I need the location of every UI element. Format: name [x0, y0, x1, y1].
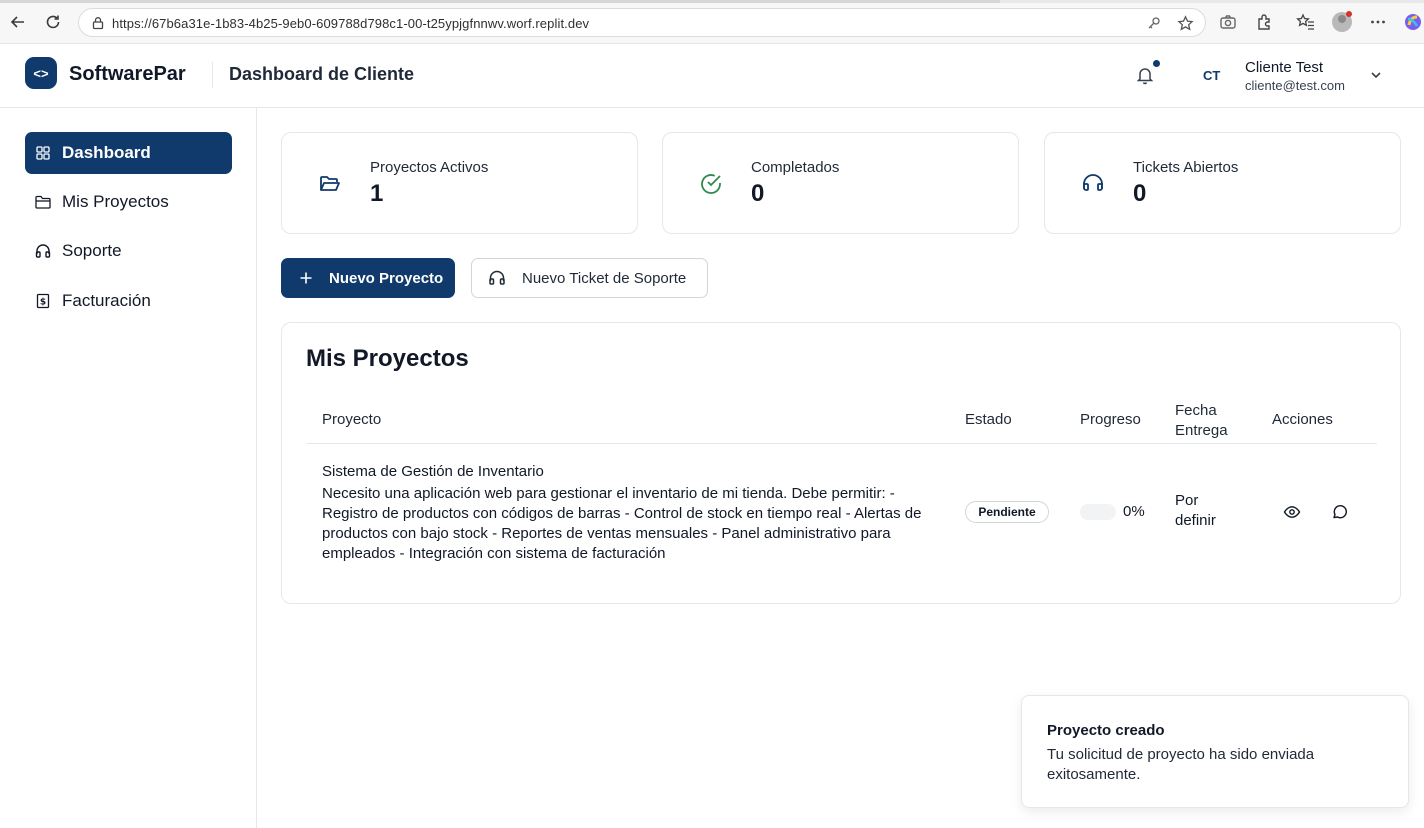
reload-icon[interactable] [43, 12, 63, 32]
headphones-icon [1081, 172, 1105, 196]
sidebar-item-support[interactable]: Soporte [25, 230, 232, 272]
stat-label: Tickets Abiertos [1133, 159, 1239, 176]
svg-text:$: $ [40, 298, 46, 308]
sidebar-item-billing[interactable]: $ Facturación [25, 280, 232, 322]
grid-icon [35, 145, 51, 161]
stat-card-completed: Completados 0 [662, 132, 1019, 234]
key-icon[interactable] [1145, 14, 1163, 32]
headphones-icon [35, 243, 51, 259]
new-ticket-button[interactable]: Nuevo Ticket de Soporte [471, 258, 708, 298]
column-header-actions: Acciones [1272, 411, 1333, 428]
extensions-icon[interactable] [1254, 12, 1274, 32]
stat-value: 0 [1133, 180, 1147, 207]
new-project-button[interactable]: Nuevo Proyecto [281, 258, 455, 298]
stat-label: Completados [751, 159, 840, 176]
project-name: Sistema de Gestión de Inventario [322, 463, 544, 480]
brand-name[interactable]: SoftwarePar [69, 63, 186, 86]
column-header-due-date: Fecha Entrega [1175, 402, 1228, 439]
projects-card: Mis Proyectos Proyecto Estado Progreso F… [281, 322, 1401, 604]
status-badge: Pendiente [965, 501, 1049, 523]
code-icon: <> [33, 65, 49, 81]
new-ticket-label: Nuevo Ticket de Soporte [522, 269, 687, 287]
site-info-icon[interactable] [89, 14, 107, 32]
column-header-project: Proyecto [322, 411, 382, 428]
sidebar-item-label: Soporte [62, 241, 122, 260]
check-circle-icon [699, 172, 723, 196]
folder-icon [35, 194, 51, 210]
sidebar-item-dashboard[interactable]: Dashboard [25, 132, 232, 174]
folder-open-icon [318, 172, 342, 196]
project-description: Necesito una aplicación web para gestion… [322, 485, 922, 562]
more-menu-icon[interactable] [1368, 12, 1388, 32]
url-text: https://67b6a31e-1b83-4b25-9eb0-609788d7… [112, 16, 590, 31]
camera-icon[interactable] [1218, 12, 1238, 32]
copilot-icon[interactable] [1403, 12, 1423, 32]
toast-title: Proyecto creado [1047, 722, 1165, 739]
sidebar-item-label: Facturación [62, 291, 151, 310]
chevron-down-icon[interactable] [1369, 68, 1383, 82]
back-icon[interactable] [8, 12, 28, 32]
sidebar-item-label: Mis Proyectos [62, 192, 169, 211]
plus-icon [299, 271, 313, 285]
eye-icon[interactable] [1283, 503, 1301, 521]
tab-strip [0, 0, 1424, 3]
page-title: Dashboard de Cliente [229, 64, 415, 84]
sidebar-item-label: Dashboard [62, 143, 151, 162]
stat-card-active-projects: Proyectos Activos 1 [281, 132, 638, 234]
projects-title: Mis Proyectos [306, 345, 469, 372]
bell-icon[interactable] [1136, 65, 1154, 85]
sidebar: Dashboard Mis Proyectos Soporte $ Factur… [0, 108, 257, 828]
header-divider [212, 62, 213, 88]
table-header-divider [306, 443, 1377, 444]
receipt-icon: $ [35, 293, 51, 309]
message-icon[interactable] [1331, 503, 1349, 521]
toast-notification[interactable]: Proyecto creado Tu solicitud de proyecto… [1021, 695, 1409, 808]
sidebar-item-projects[interactable]: Mis Proyectos [25, 181, 232, 223]
headphones-icon [488, 269, 506, 287]
new-project-label: Nuevo Proyecto [329, 269, 444, 287]
toast-message: Tu solicitud de proyecto ha sido enviada… [1047, 746, 1315, 783]
stat-card-open-tickets: Tickets Abiertos 0 [1044, 132, 1401, 234]
address-bar[interactable]: https://67b6a31e-1b83-4b25-9eb0-609788d7… [78, 8, 1206, 37]
due-date: Por definir [1175, 492, 1216, 529]
stat-value: 1 [370, 180, 384, 207]
favorites-icon[interactable] [1295, 12, 1315, 32]
browser-toolbar: https://67b6a31e-1b83-4b25-9eb0-609788d7… [0, 0, 1424, 44]
progress-percent: 0% [1123, 503, 1145, 520]
logo[interactable]: <> [25, 57, 57, 89]
profile-notification-dot [1346, 11, 1352, 17]
user-name[interactable]: Cliente Test [1245, 59, 1323, 76]
progress-bar [1080, 504, 1116, 520]
stat-value: 0 [751, 180, 765, 207]
column-header-status: Estado [965, 411, 1012, 428]
column-header-progress: Progreso [1080, 411, 1141, 428]
app-header: <> SoftwarePar Dashboard de Cliente CT C… [0, 44, 1424, 108]
notification-dot [1153, 60, 1160, 67]
user-email[interactable]: cliente@test.com [1245, 78, 1345, 93]
stat-label: Proyectos Activos [370, 159, 489, 176]
user-initials[interactable]: CT [1203, 68, 1220, 83]
favorite-star-icon[interactable] [1176, 14, 1194, 32]
